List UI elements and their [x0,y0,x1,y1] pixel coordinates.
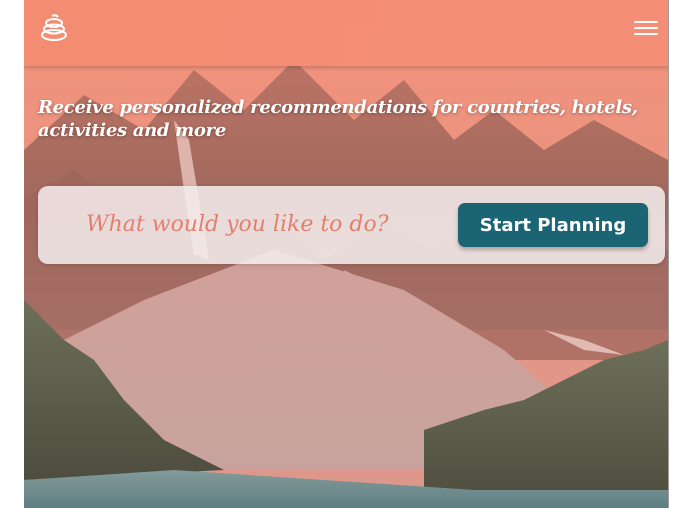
hero-tagline: Receive personalized recommendations for… [38,97,638,141]
hero-section: Receive personalized recommendations for… [24,0,668,508]
search-input[interactable] [86,204,436,244]
globe-stack-icon[interactable] [38,13,70,43]
navbar [24,0,668,66]
start-planning-button[interactable]: Start Planning [458,203,648,247]
search-panel: Start Planning [38,186,665,264]
hamburger-menu-icon[interactable] [632,18,660,40]
page-right-margin [668,0,685,508]
